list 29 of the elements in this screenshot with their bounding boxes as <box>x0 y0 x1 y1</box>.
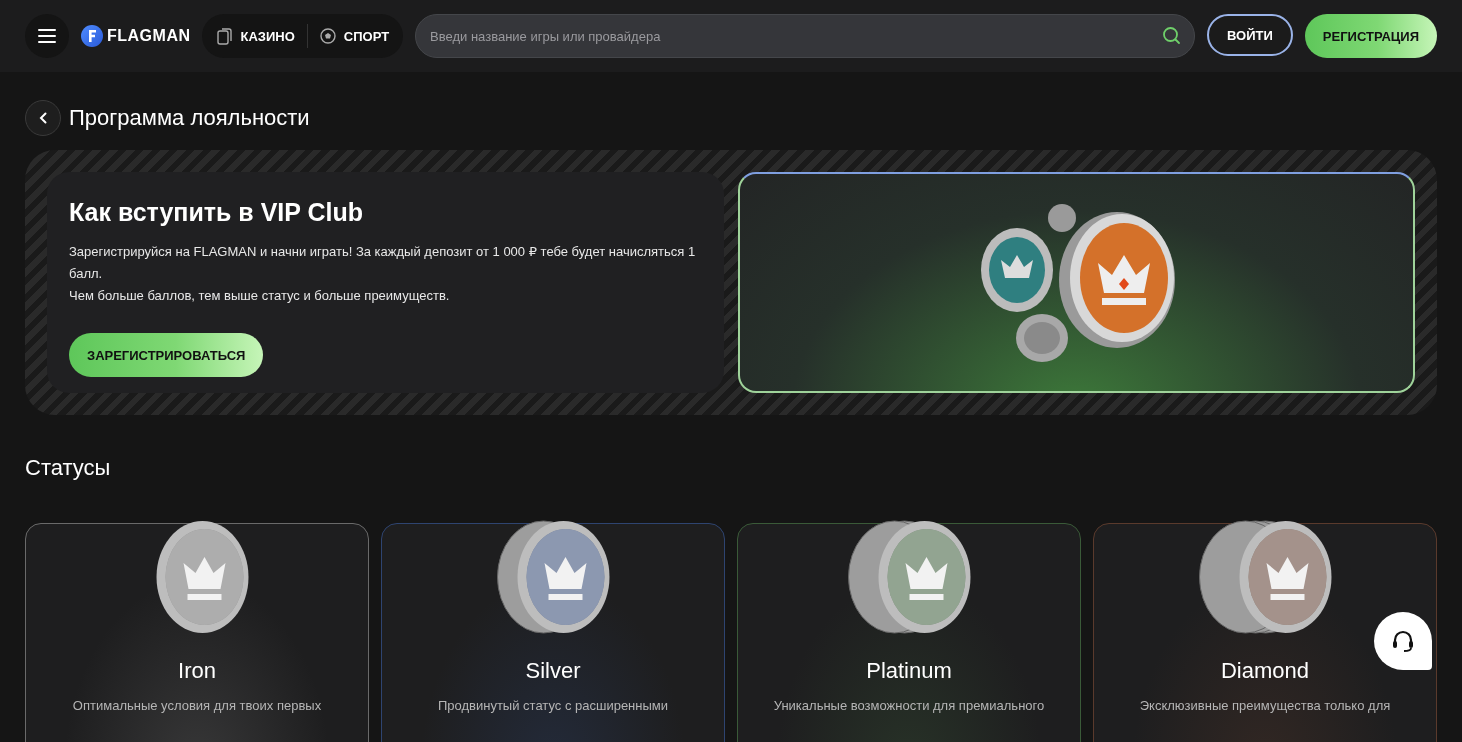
nav-tab[interactable]: КАЗИНО <box>216 27 295 45</box>
status-description: Эксклюзивные преимущества только для <box>1139 698 1391 713</box>
status-description: Продвинутый статус с расширенными <box>437 698 669 713</box>
hero-title: Как вступить в VIP Club <box>69 198 365 227</box>
logo-text[interactable]: FLAGMAN <box>107 27 191 45</box>
status-name: Silver <box>525 658 581 684</box>
status-name: Diamond <box>1220 658 1309 684</box>
nav-tab[interactable]: СПОРТ <box>319 28 390 44</box>
menu-icon <box>38 29 56 43</box>
signup-button[interactable]: ЗАРЕГИСТРИРОВАТЬСЯ <box>69 333 264 377</box>
back-button[interactable] <box>25 100 61 136</box>
headset-icon <box>1390 628 1416 654</box>
logo-icon <box>81 25 103 47</box>
hero-paragraph: Зарегистрируйся на FLAGMAN и начни играть! За каждый депозит от 1 000 ₽ тебе будет начисляться 1 балл. <box>69 243 697 283</box>
register-button[interactable]: РЕГИСТРАЦИЯ <box>1304 14 1437 58</box>
login-button[interactable]: ВОЙТИ <box>1207 14 1293 56</box>
status-name: Platinum <box>866 658 952 684</box>
chevron-left-icon <box>39 112 47 124</box>
page-title: Программа лояльности <box>69 105 310 131</box>
search-field[interactable]: Введи название игры или провайдера <box>415 14 1195 58</box>
cards-icon <box>216 27 233 45</box>
ball-icon <box>319 28 336 44</box>
section-title: Статусы <box>25 455 112 481</box>
menu-button[interactable] <box>25 14 69 58</box>
hero-paragraph: Чем больше баллов, тем выше статус и больше преимуществ. <box>69 287 451 305</box>
status-description: Уникальные возможности для премиального <box>773 698 1045 713</box>
status-name: Iron <box>178 658 216 684</box>
search-icon <box>1162 26 1181 45</box>
status-description: Оптимальные условия для твоих первых <box>72 698 322 713</box>
